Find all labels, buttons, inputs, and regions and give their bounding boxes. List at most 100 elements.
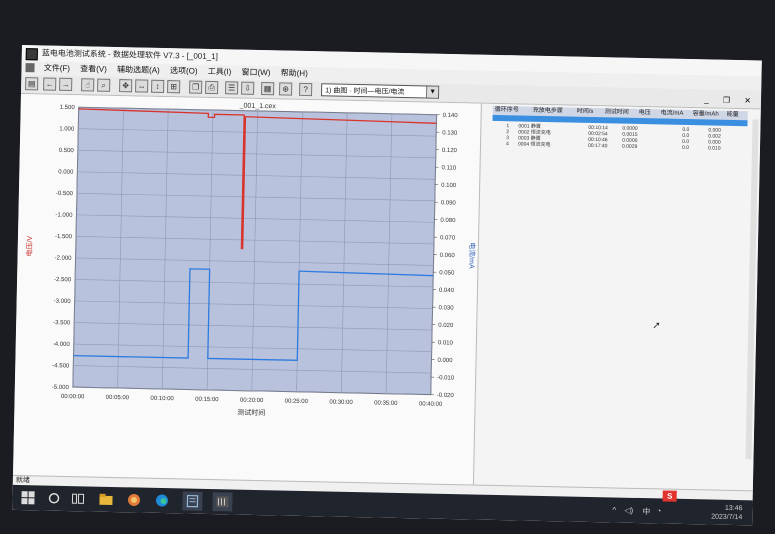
y-right-axis-label: 电流/mA: [467, 242, 477, 269]
chevron-up-icon[interactable]: ^: [612, 505, 616, 514]
print-icon[interactable]: ⎙: [205, 80, 219, 95]
y-left-tick-label: -3.500: [53, 320, 71, 326]
menu-view[interactable]: 查看(V): [76, 62, 111, 77]
edge-icon[interactable]: [154, 493, 169, 508]
y-left-tick-label: 1.500: [60, 105, 76, 111]
taskview-icon[interactable]: [70, 491, 85, 506]
info-icon[interactable]: ?: [298, 82, 313, 97]
status-text: 就绪: [15, 476, 30, 485]
menu-window[interactable]: 窗口(W): [237, 66, 274, 81]
fit-y-icon[interactable]: ↕: [151, 79, 165, 93]
y-right-tick-label: 0.110: [441, 165, 456, 171]
zoom-in-icon[interactable]: ⊕: [279, 82, 293, 96]
open-icon[interactable]: ▤: [25, 77, 39, 91]
forward-icon[interactable]: →: [59, 77, 73, 92]
y-left-tick-label: 0.500: [59, 148, 75, 154]
fit-x-icon[interactable]: ↔: [135, 79, 149, 93]
y-left-tick-label: 1.000: [59, 126, 75, 132]
x-axis-label: 测试时间: [237, 408, 265, 418]
app-window-icon[interactable]: [182, 491, 203, 511]
view-select-value: 1) 曲图 · 时间—电压/电流: [325, 87, 405, 97]
y-left-tick-label: 0.000: [58, 169, 74, 175]
y-left-tick-label: -2.500: [54, 277, 72, 283]
menu-options[interactable]: 选项(O): [166, 64, 202, 79]
chart-panel: 00:00:00 00:05:00 00:10:00 00:15:00 00:20:00…: [12, 93, 482, 485]
system-tray: S ^ ◁) 中 ◔ 13:46 2023/7/14: [606, 490, 746, 523]
menu-tools[interactable]: 工具(I): [204, 65, 236, 80]
mouse-cursor-icon: ➚: [652, 320, 661, 332]
hand-icon[interactable]: ☝: [81, 78, 95, 92]
back-icon[interactable]: ←: [43, 77, 57, 91]
y-left-tick-label: -3.000: [54, 299, 72, 305]
ime-language[interactable]: 中: [642, 506, 650, 517]
y-left-axis-label: 电压/V: [25, 235, 34, 256]
ime-icon[interactable]: S: [662, 490, 677, 502]
zoom-icon[interactable]: ⌕: [97, 78, 111, 92]
y-right-tick-label: 0.090: [441, 200, 457, 206]
terminal-icon[interactable]: [212, 492, 233, 512]
menu-assist[interactable]: 辅助选题(A): [113, 63, 164, 78]
x-tick-label: 00:05:00: [106, 395, 130, 402]
app-icon: [25, 48, 38, 61]
step-table-panel: 循环序号 充放电步骤 时间/s 测试时间 电压 电流/mA 容量/mAh 能量 …: [474, 103, 761, 491]
network-icon[interactable]: ◔: [656, 506, 661, 515]
browser-icon[interactable]: [126, 492, 141, 507]
x-tick-label: 00:15:00: [195, 397, 219, 404]
y-right-tick-label: 0.060: [440, 253, 456, 259]
menu-file[interactable]: 文件(F): [40, 61, 75, 76]
y-right-tick-label: 0.080: [440, 218, 456, 224]
clock[interactable]: 13:46 2023/7/14: [711, 504, 743, 523]
menu-help[interactable]: 帮助(H): [277, 66, 312, 81]
y-left-tick-label: -2.000: [54, 255, 72, 261]
volume-icon[interactable]: ◁): [624, 506, 633, 515]
y-left-tick-label: -4.500: [52, 363, 70, 369]
view-select[interactable]: 1) 曲图 · 时间—电压/电流 ▼: [320, 83, 440, 99]
monitor-screen: 蓝电电池测试系统 - 数据处理软件 V7.3 - [_001_1] 文件(F) …: [12, 45, 762, 526]
y-left-tick-label: -1.000: [55, 212, 73, 218]
chart-title: _001_1.cex: [239, 103, 277, 111]
col-test-time: 测试时间: [604, 109, 629, 116]
y-right-tick-label: 0.050: [439, 270, 455, 276]
y-right-tick-label: 0.000: [437, 358, 453, 364]
vertical-scrollbar[interactable]: [745, 119, 759, 460]
chevron-down-icon[interactable]: ▼: [425, 86, 439, 98]
col-voltage: 电压: [638, 109, 651, 117]
mdi-document-icon[interactable]: [25, 63, 35, 73]
explorer-icon[interactable]: [98, 492, 113, 507]
col-current: 电流/mA: [660, 110, 684, 117]
y-right-tick-label: -0.020: [437, 393, 455, 399]
y-right-tick-label: 0.140: [443, 113, 459, 119]
y-right-tick-label: 0.020: [438, 323, 454, 329]
start-icon[interactable]: [20, 490, 35, 505]
y-left-tick-label: -0.500: [56, 191, 74, 197]
y-right-tick-label: 0.120: [442, 148, 458, 154]
x-tick-label: 00:35:00: [374, 400, 398, 407]
pan-icon[interactable]: ✥: [119, 79, 133, 93]
x-tick-label: 00:25:00: [285, 399, 309, 406]
x-tick-label: 00:30:00: [329, 400, 353, 407]
y-right-tick-label: 0.070: [440, 235, 456, 241]
export-icon[interactable]: ⇩: [241, 81, 255, 95]
grid-icon[interactable]: ▦: [261, 82, 275, 96]
y-left-tick-label: -4.000: [53, 342, 71, 348]
chart[interactable]: 00:00:00 00:05:00 00:10:00 00:15:00 00:20:00…: [13, 94, 481, 485]
y-right-tick-label: 0.130: [442, 130, 458, 136]
x-tick-label: 00:10:00: [150, 396, 174, 403]
x-tick-label: 00:40:00: [419, 401, 443, 408]
y-left-tick-label: -5.000: [52, 385, 70, 391]
search-icon[interactable]: [46, 491, 61, 506]
col-cycle: 循环序号: [494, 106, 519, 114]
y-right-tick-label: 0.010: [438, 340, 454, 346]
copy-icon[interactable]: ❐: [189, 80, 203, 94]
list-icon[interactable]: ☰: [225, 81, 239, 95]
y-right-tick-label: 0.100: [441, 183, 457, 189]
col-time: 时间/s: [576, 108, 594, 115]
y-left-tick-label: -1.500: [55, 234, 73, 240]
y-right-tick-label: 0.030: [439, 305, 455, 311]
x-tick-label: 00:00:00: [61, 394, 85, 401]
fit-all-icon[interactable]: ⊞: [167, 80, 181, 94]
x-tick-label: 00:20:00: [240, 398, 264, 405]
y-right-tick-label: 0.040: [439, 288, 455, 294]
mdi-window-controls[interactable]: _ ❐ ✕: [704, 95, 757, 105]
clock-date: 2023/7/14: [711, 513, 743, 522]
